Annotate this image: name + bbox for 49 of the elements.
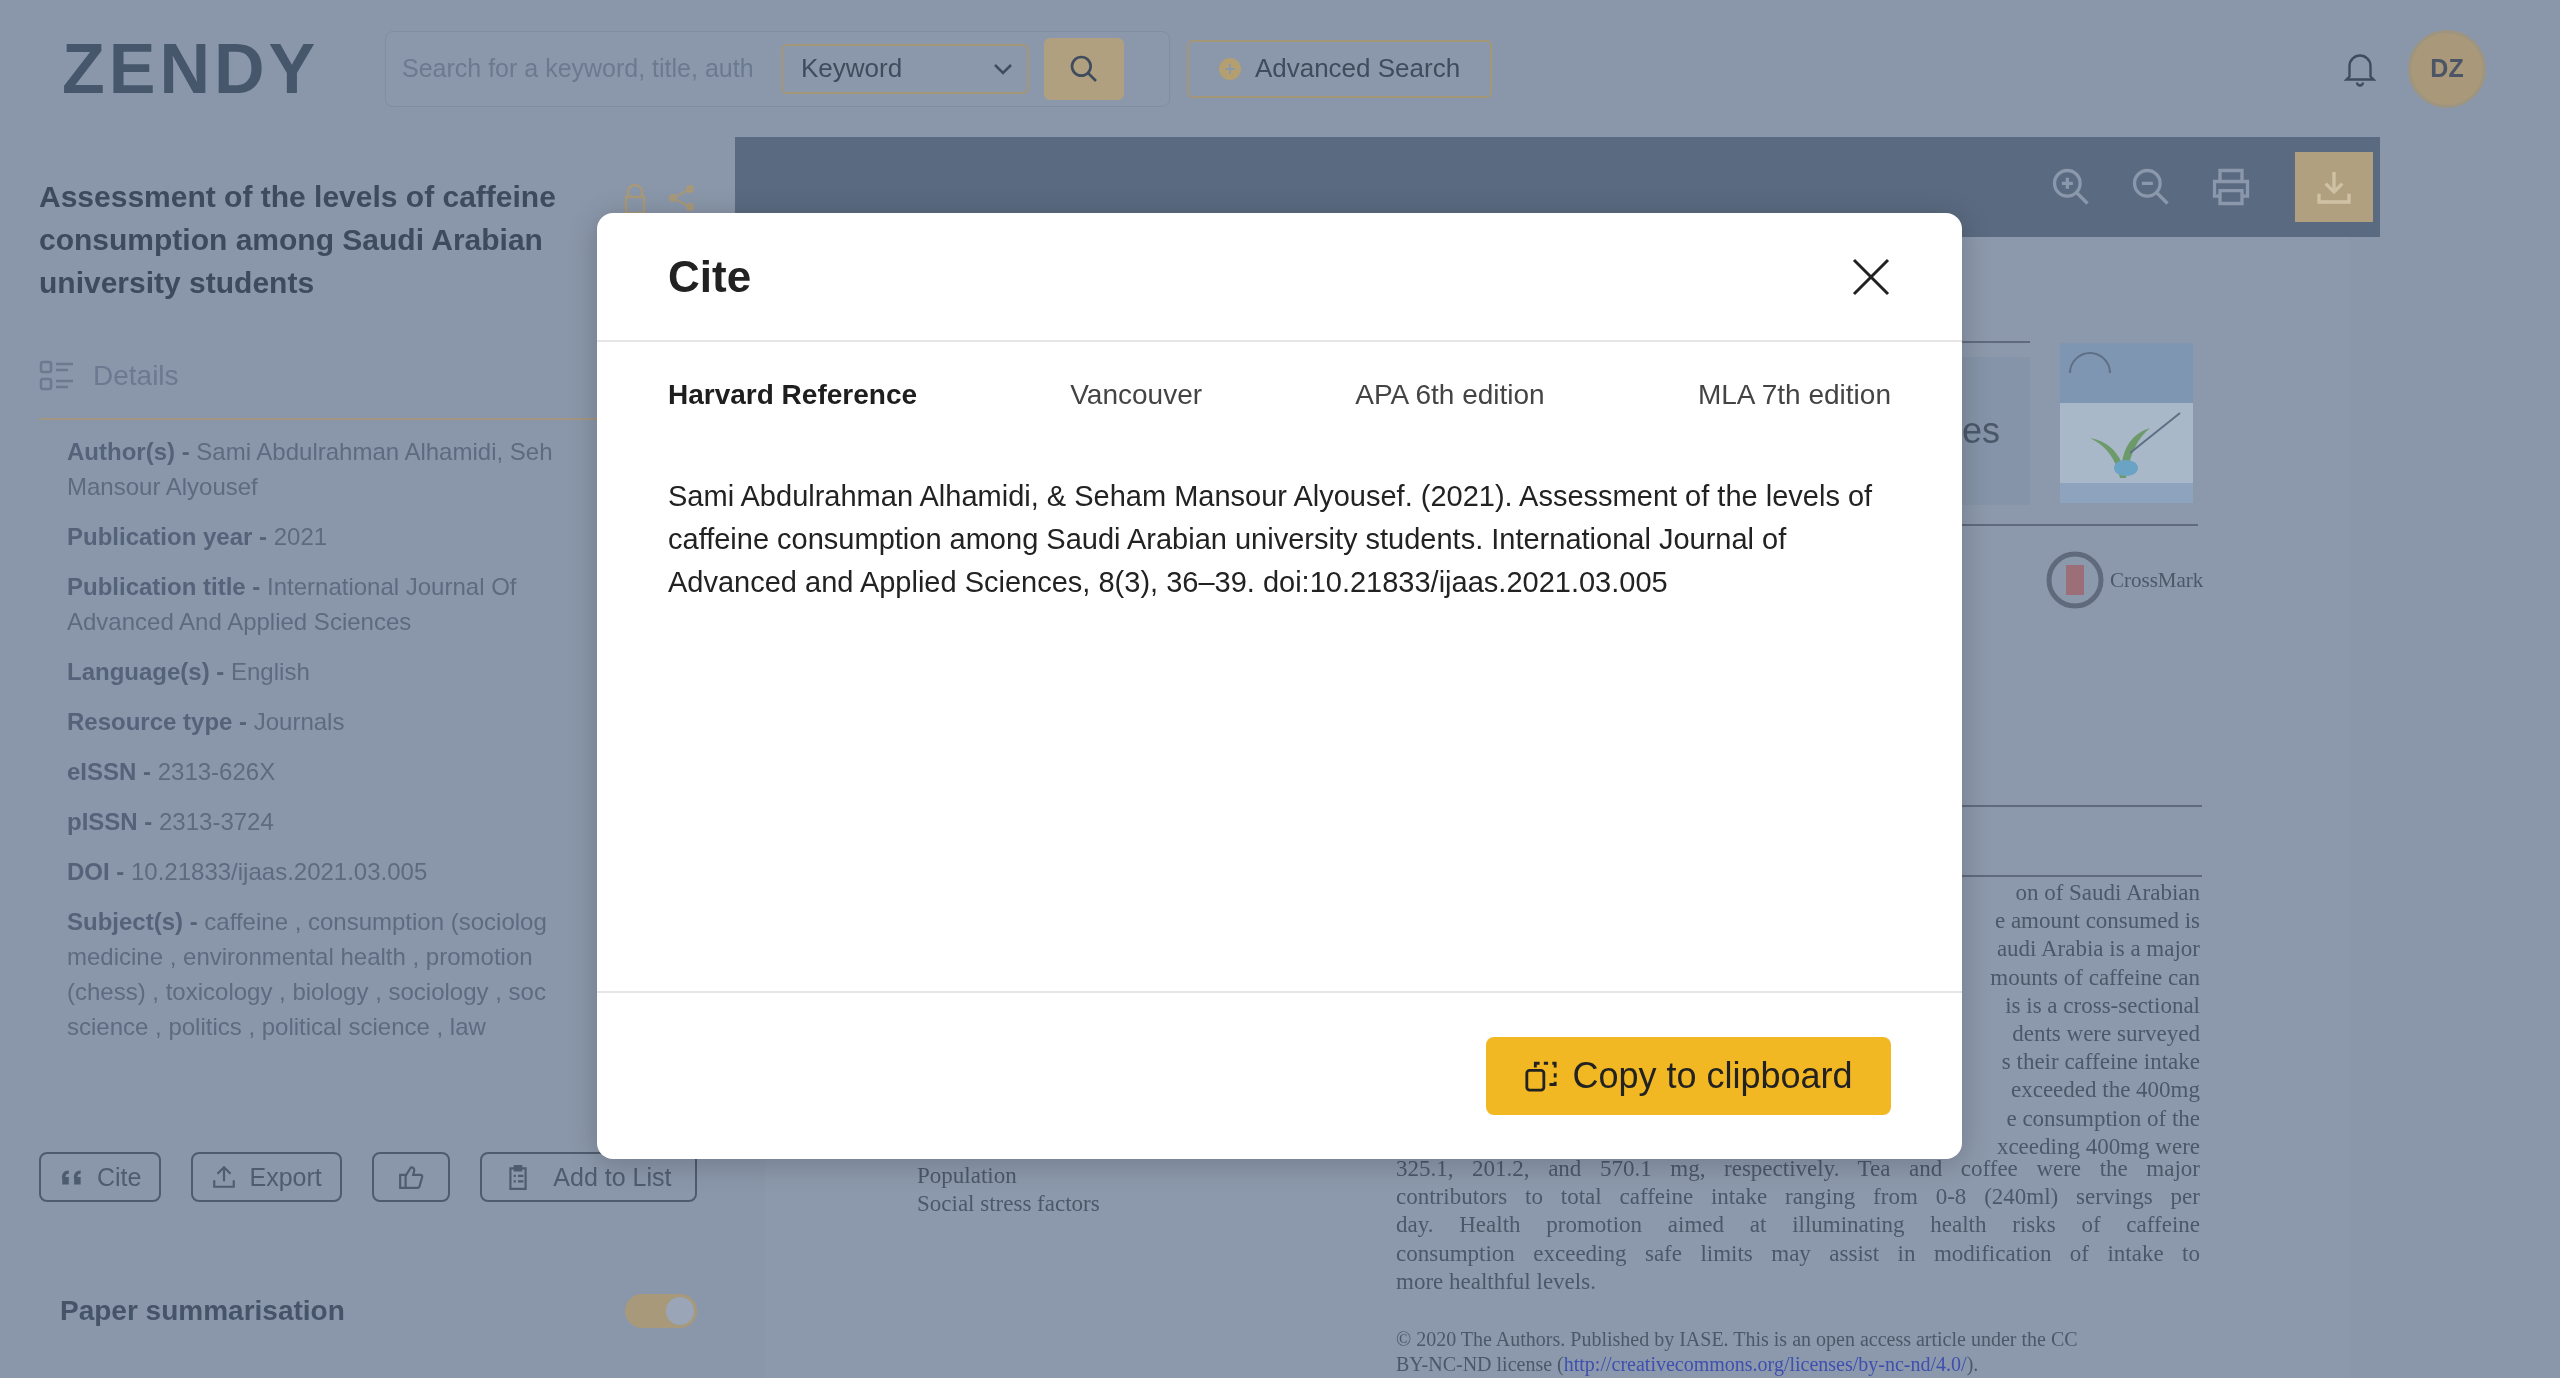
abstract-line: e amount consumed is [1993,907,2200,936]
keyword-text: Population [917,1162,1018,1190]
cite-button[interactable]: Cite [39,1152,162,1202]
details-list-icon [39,360,75,392]
license-link[interactable]: http://creativecommons.org/licenses/by-nc-nd/4.0/ [1563,1353,1967,1375]
lock-icon[interactable] [623,183,647,215]
avatar[interactable]: DZ [2408,29,2486,108]
abstract-line: audi Arabia is a major [1995,935,2200,964]
abstract-line: day. Health promotion aimed at illuminating health risks of caffeine [1396,1211,2200,1240]
article-title: Assessment of the levels of caffeine consumption among Saudi Arabian university students [39,179,557,301]
citation-style-tab[interactable]: APA 6th edition [1355,375,1545,415]
plus-circle-icon [1218,57,1241,80]
dialog-title: Cite [668,251,752,302]
download-button[interactable] [2295,152,2373,222]
close-button[interactable] [1851,256,1891,297]
copy-icon [1524,1059,1559,1093]
search-button[interactable] [1044,37,1124,100]
abstract-line: e consumption of the [2005,1104,2200,1133]
like-button[interactable] [371,1152,450,1202]
abstract-line: dents were surveyed [2011,1020,2200,1048]
abstract-line: more healthful levels. [1396,1267,1597,1296]
license-text: © 2020 The Authors. Published by IASE. This is an open access article under the CC BY-NC-ND license (http://creativecommons.org/licenses/by-nc-nd/4.0/). [1396,1327,2078,1377]
abstract-line: on of Saudi Arabian [2014,879,2200,907]
logo[interactable]: ZENDY [62,33,326,104]
thumbs-up-icon [397,1164,424,1190]
upload-icon [211,1164,238,1190]
citation-style-tab[interactable]: MLA 7th edition [1697,375,1891,415]
summarisation-toggle[interactable] [625,1294,697,1328]
abstract-line: consumption exceeding safe limits may assist in modification of intake to [1396,1239,2200,1268]
abstract-line: s their caffeine intake [2000,1048,2200,1077]
abstract-line: xceeding 400mg were [1995,1132,2200,1160]
crossmark-logo-text: CrossMark [2110,567,2204,593]
keyword-text: Social stress factors [917,1190,1100,1218]
close-icon [1851,256,1891,297]
citation-text: Sami Abdulrahman Alhamidi, & Seham Mansour Alyousef. (2021). Assessment of the levels of caffeine consumption among Saudi Arabian university students. International Journal of Advanced and Applied Sciences, 8(3), 36–39. doi:10.21833/ijaas.2021.03.005 [668,479,1874,600]
copy-button[interactable]: Copy to clipboard [1486,1037,1891,1115]
abstract-line: exceeded the 400mg [2009,1076,2200,1105]
crossmark-icon [2046,551,2104,609]
abstract-line: contributors to total caffeine intake ranging from 0-8 (240ml) servings per [1396,1183,2200,1212]
summarisation-label: Paper summarisation [60,1295,345,1327]
export-button[interactable]: Export [191,1152,342,1202]
share-icon[interactable] [667,183,697,213]
citation-style-tab[interactable]: Vancouver [1070,375,1203,415]
citation-style-tab[interactable]: Harvard Reference [668,375,918,415]
heading-fragment: es [1962,410,2001,452]
abstract-line: is is a cross-sectional [2004,991,2200,1020]
abstract-line: mounts of caffeine can [1989,963,2200,992]
advanced-search-button[interactable]: Advanced Search [1187,39,1492,98]
keyword-dropdown[interactable]: Keyword [781,43,1029,94]
